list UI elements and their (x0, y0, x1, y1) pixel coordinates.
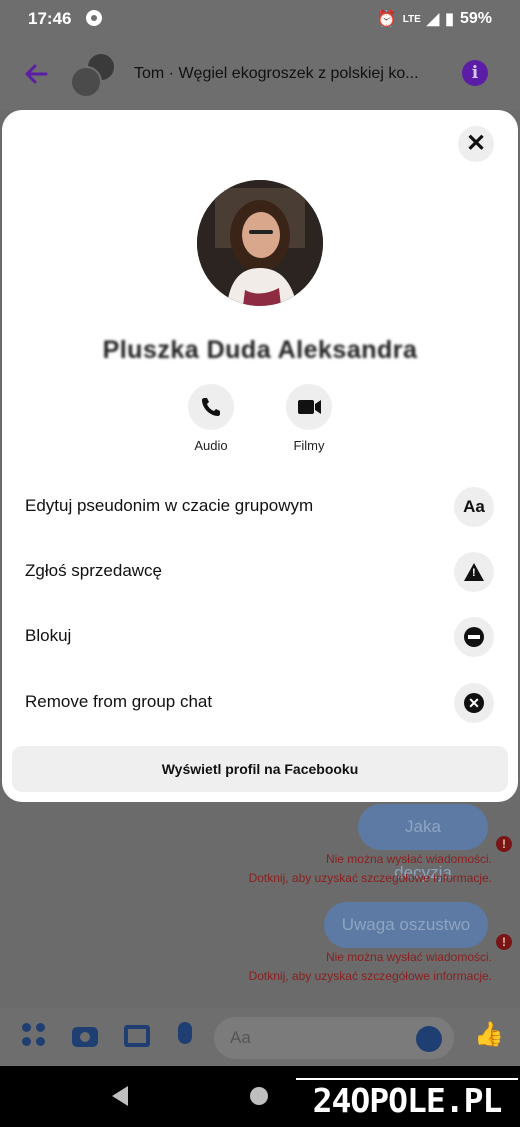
error-line: Dotknij, aby uzyskać szczegółowe informa… (248, 871, 492, 885)
microphone-icon[interactable] (178, 1022, 192, 1044)
error-line: Nie można wysłać wiadomości. (325, 950, 492, 964)
settings-indicator-icon (86, 10, 102, 26)
emoji-icon[interactable] (416, 1026, 442, 1052)
message-input-placeholder: Aa (230, 1028, 251, 1047)
audio-call-label: Audio (194, 438, 228, 453)
menu-item-remove-from-group[interactable]: Remove from group chat ✕ (2, 673, 518, 733)
watermark-logo: 24OPOLE.PL (296, 1078, 518, 1120)
message-bubble[interactable]: Uwaga oszustwo (324, 902, 488, 948)
profile-sheet: ✕ Pluszka Duda Aleksandra Audio Filmy Ed… (2, 110, 518, 802)
gallery-icon[interactable] (124, 1025, 150, 1047)
message-composer: Aa 👍 (0, 1008, 520, 1066)
close-button[interactable]: ✕ (458, 126, 494, 162)
block-icon (454, 617, 494, 657)
battery-icon: ▮ (445, 11, 454, 28)
avatar (70, 66, 102, 98)
menu-item-label: Edytuj pseudonim w czacie grupowym (25, 496, 314, 515)
phone-icon (202, 398, 220, 416)
send-error-text[interactable]: Nie można wysłać wiadomości. Dotknij, ab… (249, 948, 492, 986)
status-time: 17:46 (28, 9, 72, 28)
profile-name: Pluszka Duda Aleksandra (102, 336, 418, 364)
send-error-text[interactable]: Nie można wysłać wiadomości. Dotknij, ab… (249, 850, 492, 888)
menu-item-label: Blokuj (25, 626, 72, 645)
back-arrow-icon[interactable] (22, 60, 50, 88)
chat-messages: Jaka decyzja ! Nie można wysłać wiadomoś… (0, 800, 520, 1012)
nav-back-icon[interactable] (112, 1086, 128, 1106)
menu-item-edit-nickname[interactable]: Edytuj pseudonim w czacie grupowym Aa (2, 477, 518, 537)
system-nav-bar: 24OPOLE.PL (0, 1066, 520, 1127)
camera-icon[interactable] (72, 1027, 98, 1047)
message-input[interactable]: Aa (214, 1017, 454, 1059)
signal-icon: ◢ (426, 11, 440, 28)
chat-header: Tom · Węgiel ekogroszek z polskiej ko...… (0, 38, 520, 110)
message-bubble[interactable]: Jaka decyzja (358, 804, 488, 882)
text-aa-icon: Aa (454, 487, 494, 527)
apps-dots-icon[interactable] (22, 1023, 48, 1049)
error-line: Nie można wysłać wiadomości. (325, 852, 492, 866)
menu-item-label: Remove from group chat (25, 692, 213, 711)
alarm-icon: ⏰ (376, 11, 397, 28)
menu-item-label: Zgłoś sprzedawcę (25, 561, 163, 580)
profile-photo (197, 180, 323, 306)
thumbs-up-icon[interactable]: 👍 (474, 1022, 504, 1048)
profile-avatar[interactable] (197, 180, 323, 306)
group-avatars[interactable] (70, 52, 118, 98)
status-bar: 17:46 ⏰ LTE ◢ ▮ 59% (0, 0, 520, 38)
view-facebook-profile-button[interactable]: Wyświetl profil na Facebooku (12, 746, 508, 792)
warning-icon (454, 552, 494, 592)
error-icon: ! (496, 934, 512, 950)
network-type-label: LTE (402, 13, 421, 25)
video-camera-icon (298, 400, 321, 414)
chat-title[interactable]: Tom · Węgiel ekogroszek z polskiej ko... (134, 65, 444, 83)
remove-circle-icon: ✕ (454, 683, 494, 723)
menu-item-block[interactable]: Blokuj (2, 607, 518, 667)
audio-call-button[interactable] (188, 384, 234, 430)
video-call-label: Filmy (293, 438, 325, 453)
menu-item-report-seller[interactable]: Zgłoś sprzedawcę (2, 542, 518, 602)
info-icon[interactable]: i (462, 60, 488, 86)
error-icon: ! (496, 836, 512, 852)
status-right-group: ⏰ LTE ◢ ▮ 59% (377, 9, 492, 29)
nav-home-icon[interactable] (250, 1087, 268, 1105)
battery-level: 59% (459, 10, 492, 27)
error-line: Dotknij, aby uzyskać szczegółowe informa… (248, 969, 492, 983)
video-call-button[interactable] (286, 384, 332, 430)
